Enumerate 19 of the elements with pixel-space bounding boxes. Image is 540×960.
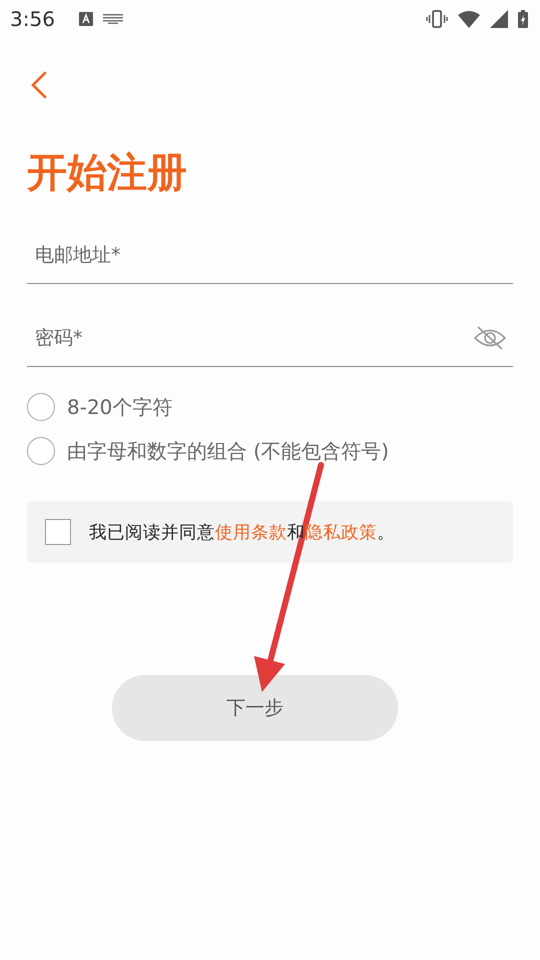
back-icon[interactable] [30, 71, 48, 99]
signal-icon [490, 10, 508, 28]
privacy-link[interactable]: 隐私政策 [305, 523, 377, 543]
page-title: 开始注册 [27, 149, 187, 198]
rule-label: 8-20个字符 [67, 394, 172, 420]
radio-button[interactable] [27, 393, 55, 421]
radio-button[interactable] [27, 437, 55, 465]
terms-link[interactable]: 使用条款 [215, 523, 287, 543]
battery-charging-icon [518, 10, 528, 28]
checkbox[interactable] [45, 519, 71, 545]
eye-off-icon[interactable] [473, 325, 507, 351]
status-time: 3:56 [10, 7, 55, 31]
keyboard-letter-icon [78, 12, 93, 26]
input-field[interactable]: 密码* [27, 318, 473, 358]
rule-label: 由字母和数字的组合 (不能包含符号) [67, 438, 389, 464]
vibrate-icon [426, 10, 448, 28]
input-field[interactable]: 电邮地址* [27, 235, 513, 275]
wifi-icon [458, 10, 480, 28]
keyboard-icon [102, 14, 123, 24]
